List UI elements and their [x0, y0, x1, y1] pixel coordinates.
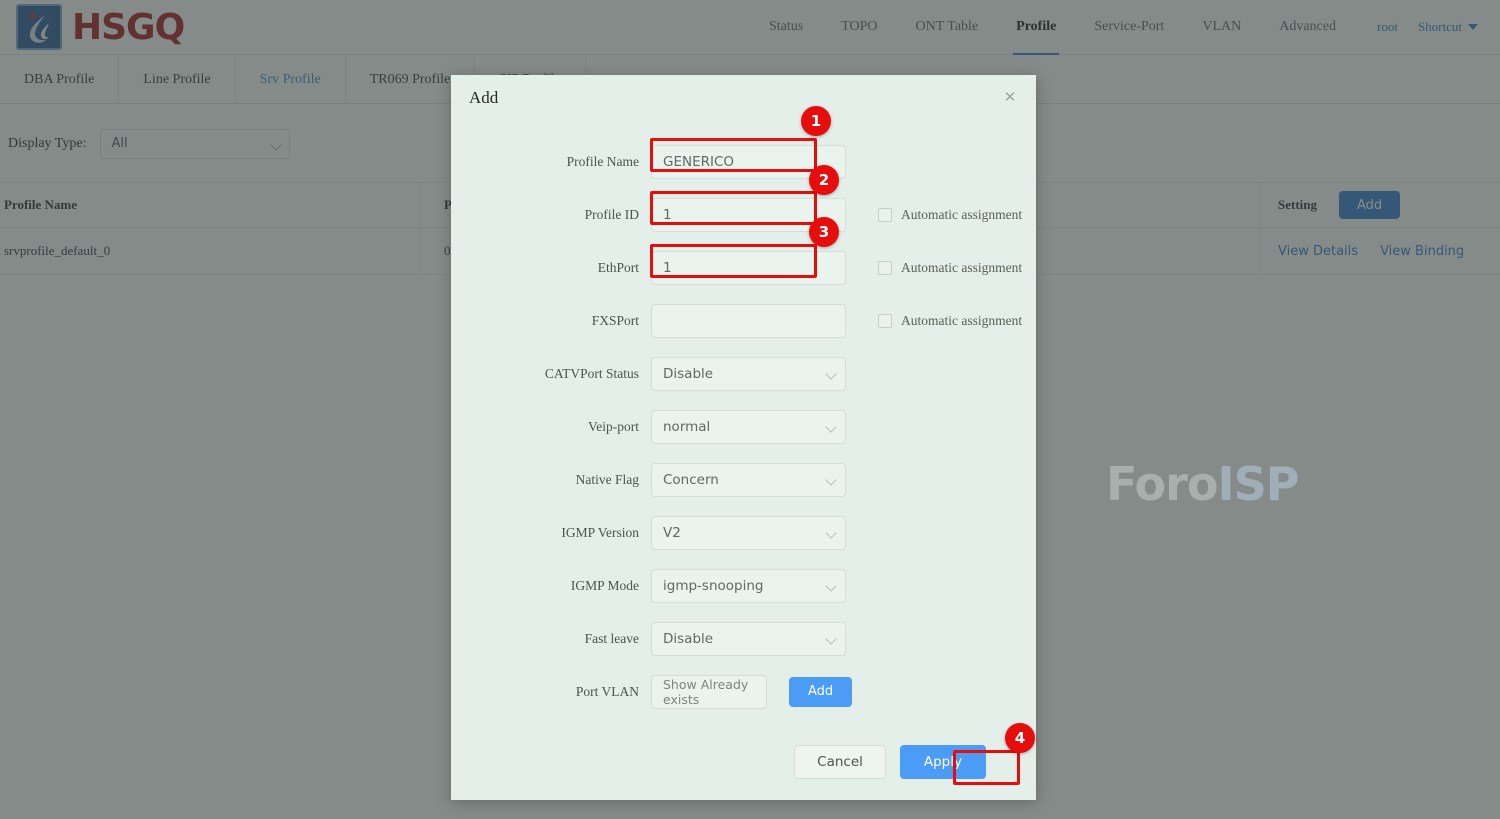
dialog-header: Add ✕: [451, 75, 1036, 121]
catv-port-status-value: Disable: [663, 365, 714, 382]
port-vlan-add-button[interactable]: Add: [789, 676, 853, 707]
show-already-exists-button[interactable]: Show Already exists: [651, 674, 767, 709]
label-igmp-version: IGMP Version: [561, 524, 639, 540]
field-row-native-flag: Native Flag Concern: [451, 453, 1036, 506]
profile-id-auto-assign[interactable]: Automatic assignment: [878, 207, 1022, 223]
igmp-version-select[interactable]: V2: [651, 515, 846, 550]
label-catv-port-status: CATVPort Status: [544, 365, 639, 381]
label-eth-port: EthPort: [597, 259, 639, 275]
label-profile-name: Profile Name: [566, 153, 639, 169]
label-igmp-mode: IGMP Mode: [570, 577, 639, 593]
igmp-version-value: V2: [663, 524, 681, 541]
field-row-fast-leave: Fast leave Disable: [451, 612, 1036, 665]
field-row-eth-port: EthPort 1 Automatic assignment: [451, 241, 1036, 294]
eth-port-auto-assign[interactable]: Automatic assignment: [878, 260, 1022, 276]
eth-port-auto-label: Automatic assignment: [901, 259, 1023, 275]
profile-id-auto-label: Automatic assignment: [901, 206, 1023, 222]
veip-port-value: normal: [663, 418, 711, 435]
field-row-profile-id: Profile ID 1 Automatic assignment: [451, 188, 1036, 241]
dialog-footer: Cancel Apply: [451, 724, 1036, 800]
label-veip-port: Veip-port: [588, 418, 639, 434]
eth-port-input[interactable]: 1: [651, 250, 846, 285]
profile-name-value: GENERICO: [663, 153, 735, 170]
native-flag-value: Concern: [663, 471, 719, 488]
field-row-profile-name: Profile Name GENERICO: [451, 135, 1036, 188]
field-row-port-vlan: Port VLAN Show Already exists Add: [451, 665, 1036, 718]
close-icon[interactable]: ✕: [1002, 89, 1018, 105]
label-profile-id: Profile ID: [584, 206, 639, 222]
chevron-down-icon: [825, 632, 837, 645]
screen: HSGQ Status TOPO ONT Table Profile Servi…: [0, 0, 1500, 819]
label-fxs-port: FXSPort: [591, 312, 639, 328]
native-flag-select[interactable]: Concern: [651, 462, 846, 497]
eth-port-value: 1: [663, 259, 672, 276]
field-row-igmp-mode: IGMP Mode igmp-snooping: [451, 559, 1036, 612]
field-row-igmp-version: IGMP Version V2: [451, 506, 1036, 559]
profile-id-value: 1: [663, 206, 672, 223]
chevron-down-icon: [825, 420, 837, 433]
apply-button[interactable]: Apply: [899, 745, 986, 779]
field-row-catv-port-status: CATVPort Status Disable: [451, 347, 1036, 400]
checkbox-icon[interactable]: [878, 260, 892, 275]
chevron-down-icon: [825, 473, 837, 486]
chevron-down-icon: [825, 367, 837, 380]
profile-id-input[interactable]: 1: [651, 197, 846, 232]
field-row-veip-port: Veip-port normal: [451, 400, 1036, 453]
chevron-down-icon: [825, 526, 837, 539]
fxs-port-auto-assign[interactable]: Automatic assignment: [878, 313, 1022, 329]
igmp-mode-value: igmp-snooping: [663, 577, 764, 594]
label-native-flag: Native Flag: [575, 471, 639, 487]
fxs-port-auto-label: Automatic assignment: [901, 312, 1023, 328]
dialog-title: Add: [469, 88, 499, 107]
checkbox-icon[interactable]: [878, 207, 892, 222]
add-srv-profile-dialog: Add ✕ Profile Name GENERICO Profile ID 1…: [451, 75, 1299, 800]
fxs-port-input[interactable]: [651, 303, 846, 338]
fast-leave-value: Disable: [663, 630, 714, 647]
field-row-fxs-port: FXSPort Automatic assignment: [451, 294, 1036, 347]
fast-leave-select[interactable]: Disable: [651, 621, 846, 656]
dialog-body: Profile Name GENERICO Profile ID 1 Autom…: [451, 121, 1036, 718]
cancel-button[interactable]: Cancel: [794, 745, 886, 779]
catv-port-status-select[interactable]: Disable: [651, 356, 846, 391]
label-port-vlan: Port VLAN: [575, 683, 639, 699]
veip-port-select[interactable]: normal: [651, 409, 846, 444]
checkbox-icon[interactable]: [878, 313, 892, 328]
chevron-down-icon: [825, 579, 837, 592]
profile-name-input[interactable]: GENERICO: [651, 144, 846, 179]
igmp-mode-select[interactable]: igmp-snooping: [651, 568, 846, 603]
label-fast-leave: Fast leave: [584, 630, 639, 646]
